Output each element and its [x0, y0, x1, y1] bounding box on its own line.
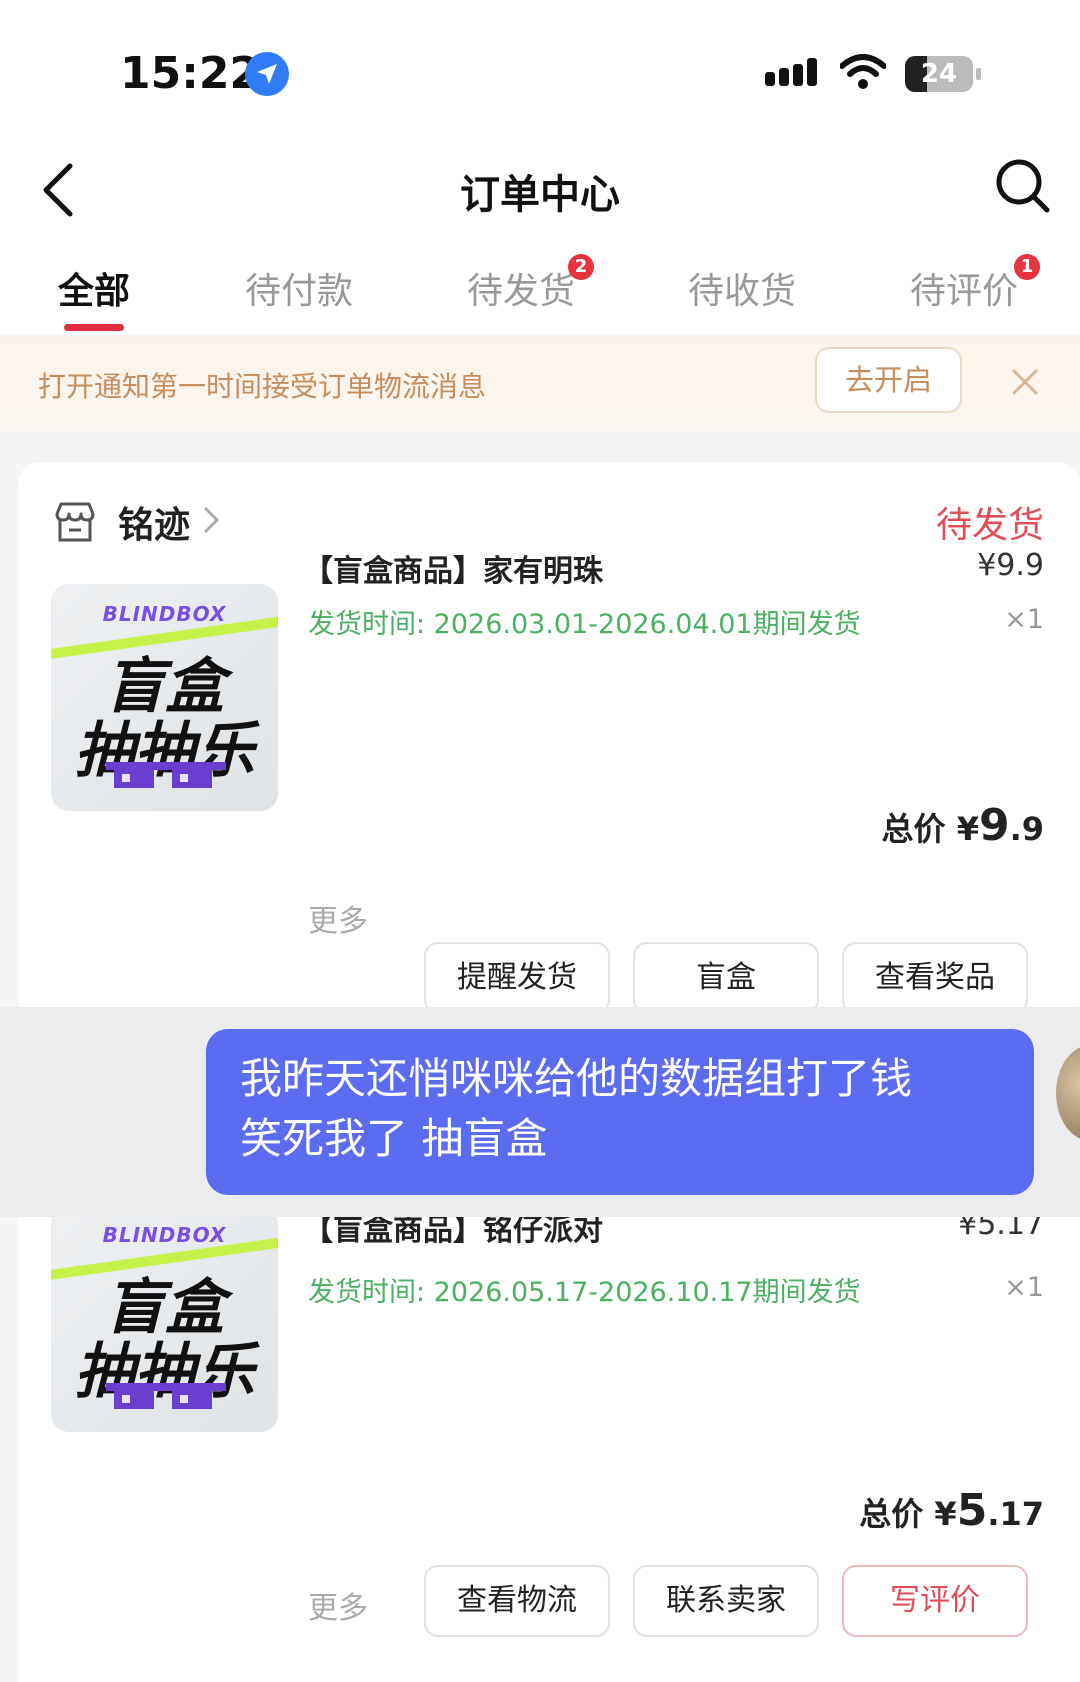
chat-line: 我昨天还悄咪咪给他的数据组打了钱: [240, 1054, 913, 1103]
battery-level: 24: [920, 59, 958, 89]
product-quantity: ×1: [1004, 604, 1044, 635]
tab-pending-review[interactable]: 待评价: [910, 262, 1018, 314]
product-image-brand: BLINDBOX: [102, 1223, 227, 1247]
nav-header: 订单中心: [0, 140, 1080, 250]
avatar: [1056, 1045, 1080, 1141]
total-currency: ¥: [934, 1495, 957, 1533]
more-button[interactable]: 更多: [308, 1583, 368, 1627]
close-icon[interactable]: [1012, 369, 1038, 395]
total-label: 总价: [859, 1495, 924, 1533]
wifi-icon: [840, 54, 886, 89]
order-card[interactable]: 【盲盒商品】铭仔派对 ¥5.17 BLINDBOX 盲盒 抽抽乐 发货时间: 2…: [18, 1205, 1080, 1682]
notification-text: 打开通知第一时间接受订单物流消息: [38, 370, 487, 403]
search-icon[interactable]: [995, 158, 1051, 214]
pixel-glasses-icon: [106, 1383, 226, 1409]
product-image[interactable]: BLINDBOX 盲盒 抽抽乐: [51, 584, 278, 811]
tab-pending-payment[interactable]: 待付款: [245, 262, 353, 314]
notification-banner: 打开通知第一时间接受订单物流消息 去开启: [0, 335, 1080, 430]
status-time: 15:22: [120, 48, 261, 99]
shop-icon: [55, 502, 95, 542]
total-label: 总价: [881, 810, 946, 848]
product-image-brand: BLINDBOX: [102, 602, 227, 626]
status-bar: 15:22 24: [0, 0, 1080, 140]
product-name[interactable]: 【盲盒商品】家有明珠: [303, 546, 603, 590]
blind-box-button[interactable]: 盲盒: [633, 942, 819, 1014]
enable-notification-button[interactable]: 去开启: [815, 347, 962, 413]
tab-pending-shipment[interactable]: 待发货: [467, 262, 575, 314]
page-title: 订单中心: [460, 172, 620, 218]
chat-line: 笑死我了 抽盲盒: [240, 1114, 548, 1163]
product-price: ¥9.9: [977, 548, 1044, 583]
chat-bubble: 我昨天还悄咪咪给他的数据组打了钱 笑死我了 抽盲盒: [206, 1029, 1034, 1195]
total-currency: ¥: [956, 810, 979, 848]
contact-seller-button[interactable]: 联系卖家: [633, 1565, 819, 1637]
tab-pending-review-badge: 1: [1014, 254, 1040, 280]
order-total: 总价 ¥9.9: [882, 800, 1044, 851]
total-decimal: .17: [987, 1495, 1044, 1533]
total-decimal: .9: [1009, 810, 1044, 848]
location-icon: [245, 52, 289, 96]
remind-shipment-button[interactable]: 提醒发货: [424, 942, 610, 1014]
total-integer: 9: [978, 800, 1010, 851]
product-image[interactable]: BLINDBOX 盲盒 抽抽乐: [51, 1205, 278, 1432]
view-logistics-button[interactable]: 查看物流: [424, 1565, 610, 1637]
tab-pending-receipt[interactable]: 待收货: [688, 262, 796, 314]
view-prize-button[interactable]: 查看奖品: [842, 942, 1028, 1014]
tab-pending-shipment-badge: 2: [568, 254, 594, 280]
signal-icon: [765, 58, 817, 86]
order-card[interactable]: 铭迹 待发货 BLINDBOX 盲盒 抽抽乐 【盲盒商品】家有明珠 发货时间: …: [18, 462, 1080, 1022]
total-integer: 5: [956, 1485, 988, 1536]
write-review-button[interactable]: 写评价: [842, 1565, 1028, 1637]
order-status: 待发货: [935, 505, 1044, 546]
order-tabs: 全部 待付款 待发货 2 待收货 待评价 1: [0, 250, 1080, 335]
pixel-glasses-icon: [106, 762, 226, 788]
more-button[interactable]: 更多: [308, 896, 368, 940]
tab-active-indicator: [64, 324, 124, 331]
shop-name[interactable]: 铭迹: [118, 496, 190, 548]
chat-overlay: 我昨天还悄咪咪给他的数据组打了钱 笑死我了 抽盲盒: [0, 1007, 1080, 1217]
chevron-right-icon: [204, 507, 220, 533]
order-total: 总价 ¥5.17: [859, 1485, 1044, 1536]
tab-all[interactable]: 全部: [58, 262, 130, 314]
shipping-time: 发货时间: 2026.03.01-2026.04.01期间发货: [308, 609, 861, 640]
battery-icon: 24: [905, 56, 981, 92]
product-quantity: ×1: [1004, 1272, 1044, 1303]
shipping-time: 发货时间: 2026.05.17-2026.10.17期间发货: [308, 1277, 861, 1308]
